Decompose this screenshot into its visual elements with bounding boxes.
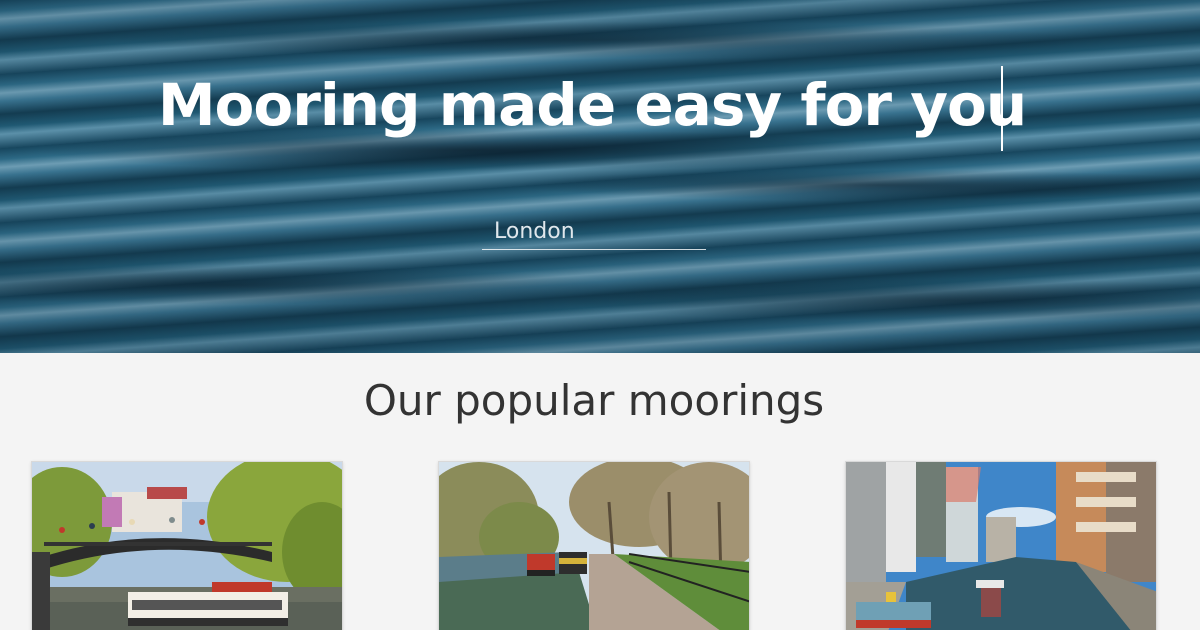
mooring-card-camden[interactable] (31, 461, 343, 630)
mooring-photo-camden (32, 462, 342, 630)
mooring-photo-paddington (846, 462, 1156, 630)
mooring-photo-canal (439, 462, 749, 630)
popular-moorings-heading: Our popular moorings (363, 376, 825, 425)
text-cursor (1001, 66, 1003, 151)
location-search-input[interactable] (482, 214, 706, 250)
hero-title: Mooring made easy for you (157, 71, 1027, 139)
mooring-card-paddington[interactable] (845, 461, 1157, 630)
mooring-card-canal[interactable] (438, 461, 750, 630)
hero-banner: Mooring made easy for you (0, 0, 1200, 353)
